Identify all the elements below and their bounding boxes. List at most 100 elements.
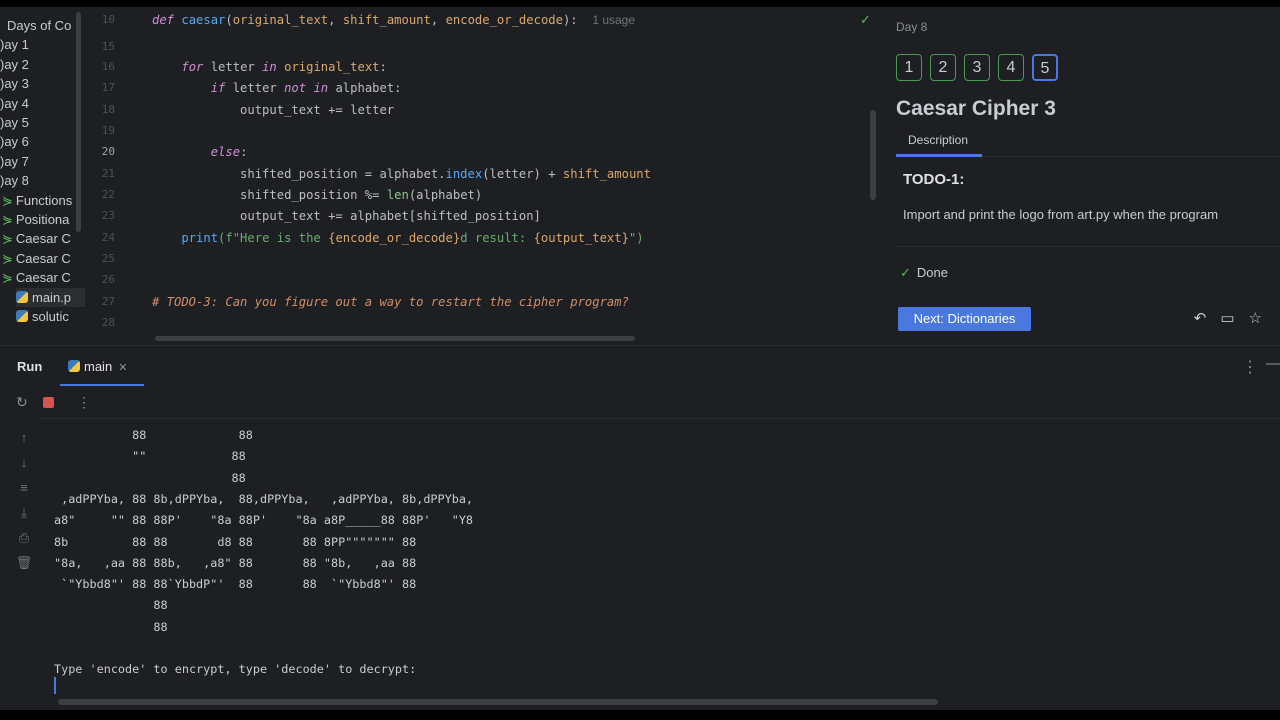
- code-line[interactable]: for letter in original_text:: [152, 57, 386, 77]
- output-line: 88: [54, 598, 168, 613]
- run-label: Run: [17, 359, 43, 374]
- project-tree: Days of Co)ay 1)ay 2)ay 3)ay 4 )ay 5 )ay 6…: [0, 7, 85, 345]
- code-line[interactable]: def caesar(original_text, shift_amount, …: [152, 10, 635, 30]
- code-editor[interactable]: def caesar(original_text, shift_amount, …: [150, 7, 880, 345]
- code-token: ,: [328, 13, 343, 27]
- code-token: ,: [430, 13, 446, 27]
- tree-item[interactable]: )ay 6: [0, 132, 76, 151]
- code-line[interactable]: if letter not in alphabet:: [152, 78, 402, 98]
- code-token: (: [225, 13, 233, 27]
- input-caret[interactable]: [54, 677, 56, 694]
- code-line[interactable]: output_text += alphabet[shifted_position…: [152, 206, 541, 226]
- line-number: 25: [101, 252, 115, 265]
- code-token: output_text += alphabet[shifted_position…: [152, 209, 541, 223]
- tree-item-label: )ay 8: [0, 173, 29, 189]
- code-line[interactable]: print(f"Here is the {encode_or_decode}d …: [152, 228, 644, 248]
- tree-item-label: )ay 5: [0, 115, 29, 130]
- inspection-ok-icon[interactable]: ✓: [860, 12, 871, 28]
- tree-item[interactable]: Days of Co: [7, 16, 83, 35]
- tree-item[interactable]: ⋟ Caesar C: [2, 249, 78, 268]
- tree-item[interactable]: )ay 5: [0, 113, 76, 132]
- more-options-icon[interactable]: ⋮: [1242, 357, 1258, 377]
- line-number: 10: [101, 13, 115, 26]
- line-number: 26: [101, 273, 115, 286]
- console-output[interactable]: 88 88 "" 88 88 ,adPPYba, 88 8b,dPPYba, 8…: [40, 418, 1280, 708]
- line-number: 20: [101, 145, 115, 158]
- tree-item[interactable]: )ay 8: [0, 171, 76, 190]
- code-token: {encode_or_decode}: [328, 231, 461, 245]
- code-token: "): [628, 231, 644, 245]
- stop-icon[interactable]: [43, 397, 54, 408]
- scroll-up-icon[interactable]: ↑: [14, 430, 34, 445]
- tree-item[interactable]: ⋟ Positiona: [2, 210, 78, 229]
- tree-item[interactable]: ⋟ Functions: [2, 191, 78, 210]
- trash-icon[interactable]: 🗑: [14, 555, 34, 571]
- tree-item[interactable]: )ay 7: [0, 152, 76, 171]
- window-bottom-bar: [0, 710, 1280, 720]
- step-2-button[interactable]: 2: [930, 54, 956, 81]
- line-number: 16: [101, 60, 115, 73]
- code-token: letter: [210, 60, 263, 74]
- print-icon[interactable]: ⎙: [14, 530, 34, 546]
- tree-item[interactable]: main.p: [16, 287, 85, 307]
- tree-item-label: main.p: [32, 289, 72, 305]
- tree-item-label: Caesar C: [15, 270, 71, 286]
- code-token: shifted_position %=: [152, 188, 387, 202]
- run-header: Run main ✕ ⋮ —: [0, 346, 1280, 386]
- soft-wrap-icon[interactable]: ≡: [14, 480, 34, 495]
- tree-item[interactable]: ⋟ Caesar C: [2, 268, 78, 287]
- tree-item[interactable]: ⋟ Caesar C: [2, 229, 78, 248]
- tree-item[interactable]: )ay 1: [0, 35, 76, 54]
- minimize-icon[interactable]: —: [1266, 355, 1280, 373]
- task-actions: ↶ ▭ ☆: [1194, 309, 1262, 327]
- step-3-button[interactable]: 3: [964, 54, 990, 81]
- code-token: def: [152, 13, 182, 27]
- line-number: 28: [101, 316, 115, 329]
- editor-horizontal-scrollbar[interactable]: [155, 336, 635, 341]
- code-token: output_text += letter: [152, 103, 395, 117]
- comment-icon[interactable]: ▭: [1220, 309, 1234, 327]
- tree-item[interactable]: )ay 2: [0, 55, 76, 74]
- console-horizontal-scrollbar[interactable]: [58, 699, 938, 705]
- rerun-icon[interactable]: ↻: [16, 394, 28, 411]
- reset-icon[interactable]: ↶: [1194, 309, 1207, 327]
- code-token: not in: [284, 81, 336, 95]
- more-icon[interactable]: ⋮: [77, 394, 91, 411]
- step-5-button[interactable]: 5: [1032, 54, 1058, 81]
- code-token: ):: [562, 13, 593, 27]
- code-token: (f"Here is the: [218, 231, 329, 245]
- usage-hint[interactable]: 1 usage: [592, 13, 635, 27]
- run-tab-main[interactable]: main ✕: [60, 346, 144, 386]
- tree-item[interactable]: )ay 3: [0, 74, 76, 93]
- code-line[interactable]: output_text += letter: [152, 100, 394, 120]
- task-breadcrumb[interactable]: Day 8: [896, 20, 927, 34]
- code-line[interactable]: # TODO-3: Can you figure out a way to re…: [152, 292, 629, 312]
- scroll-to-end-icon[interactable]: ⤓: [14, 505, 34, 521]
- step-4-button[interactable]: 4: [998, 54, 1024, 81]
- star-icon[interactable]: ☆: [1249, 309, 1262, 327]
- code-line[interactable]: else:: [152, 142, 248, 162]
- code-line[interactable]: shifted_position %= len(alphabet): [152, 185, 482, 205]
- active-tab-indicator: [896, 154, 982, 157]
- tree-item[interactable]: )ay 4: [0, 94, 76, 113]
- scroll-down-icon[interactable]: ↓: [14, 455, 34, 470]
- lesson-icon: ⋟: [2, 231, 13, 247]
- output-line: `"Ybbd8"' 88 88`YbbdP"' 88 88 `"Ybbd8"' …: [54, 577, 417, 592]
- code-token: in: [262, 60, 285, 74]
- output-line: 88: [54, 470, 246, 485]
- code-token: index: [445, 167, 483, 181]
- step-1-button[interactable]: 1: [896, 54, 922, 81]
- editor-vertical-scrollbar[interactable]: [870, 110, 876, 200]
- lesson-icon: ⋟: [2, 250, 13, 266]
- divider: [896, 246, 1280, 247]
- code-token: alphabet:: [335, 81, 402, 95]
- tab-description[interactable]: Description: [908, 133, 968, 147]
- code-token: for: [181, 60, 211, 74]
- code-line[interactable]: shifted_position = alphabet.index(letter…: [152, 164, 651, 184]
- next-task-button[interactable]: Next: Dictionaries: [898, 307, 1031, 331]
- tree-item[interactable]: solutic: [16, 307, 85, 326]
- close-icon[interactable]: ✕: [118, 362, 127, 374]
